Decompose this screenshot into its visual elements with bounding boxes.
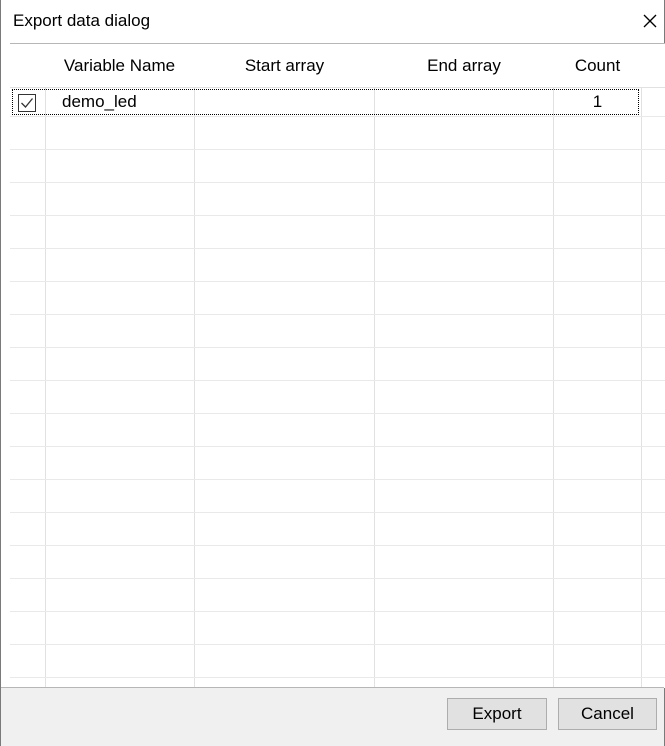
column-header-end-array[interactable]: End array	[375, 44, 553, 87]
row-divider	[10, 644, 665, 645]
row-divider	[10, 149, 665, 150]
row-divider	[10, 281, 665, 282]
export-data-dialog: Export data dialog Variable Name Start a…	[0, 0, 665, 746]
row-divider	[10, 479, 665, 480]
row-divider	[10, 347, 665, 348]
cell-start-array[interactable]	[195, 88, 374, 116]
row-divider	[10, 677, 665, 678]
row-divider	[10, 512, 665, 513]
export-button[interactable]: Export	[447, 698, 547, 730]
row-divider	[10, 380, 665, 381]
variables-grid[interactable]: Variable Name Start array End array Coun…	[10, 43, 665, 688]
row-divider	[10, 215, 665, 216]
row-divider	[10, 116, 665, 117]
dialog-footer: Export Cancel	[1, 687, 664, 746]
row-divider	[10, 314, 665, 315]
column-divider	[45, 44, 46, 688]
dialog-title: Export data dialog	[13, 11, 151, 30]
column-divider	[374, 44, 375, 688]
row-divider	[10, 182, 665, 183]
cell-count[interactable]: 1	[554, 88, 641, 116]
title-bar: Export data dialog	[1, 0, 664, 42]
column-divider	[553, 44, 554, 688]
row-checkbox[interactable]	[18, 94, 36, 112]
close-icon[interactable]	[638, 9, 662, 33]
column-divider	[194, 44, 195, 688]
table-header: Variable Name Start array End array Coun…	[10, 44, 665, 87]
column-header-count[interactable]: Count	[554, 44, 641, 87]
column-header-check[interactable]	[10, 44, 45, 87]
row-divider	[10, 248, 665, 249]
row-divider	[10, 578, 665, 579]
column-header-variable-name[interactable]: Variable Name	[45, 44, 194, 87]
row-divider	[10, 611, 665, 612]
column-divider	[641, 44, 642, 688]
cancel-button[interactable]: Cancel	[558, 698, 657, 730]
cell-variable-name[interactable]: demo_led	[62, 88, 137, 116]
row-divider	[10, 413, 665, 414]
row-divider	[10, 446, 665, 447]
column-header-start-array[interactable]: Start array	[195, 44, 374, 87]
row-divider	[10, 545, 665, 546]
cell-end-array[interactable]	[375, 88, 553, 116]
